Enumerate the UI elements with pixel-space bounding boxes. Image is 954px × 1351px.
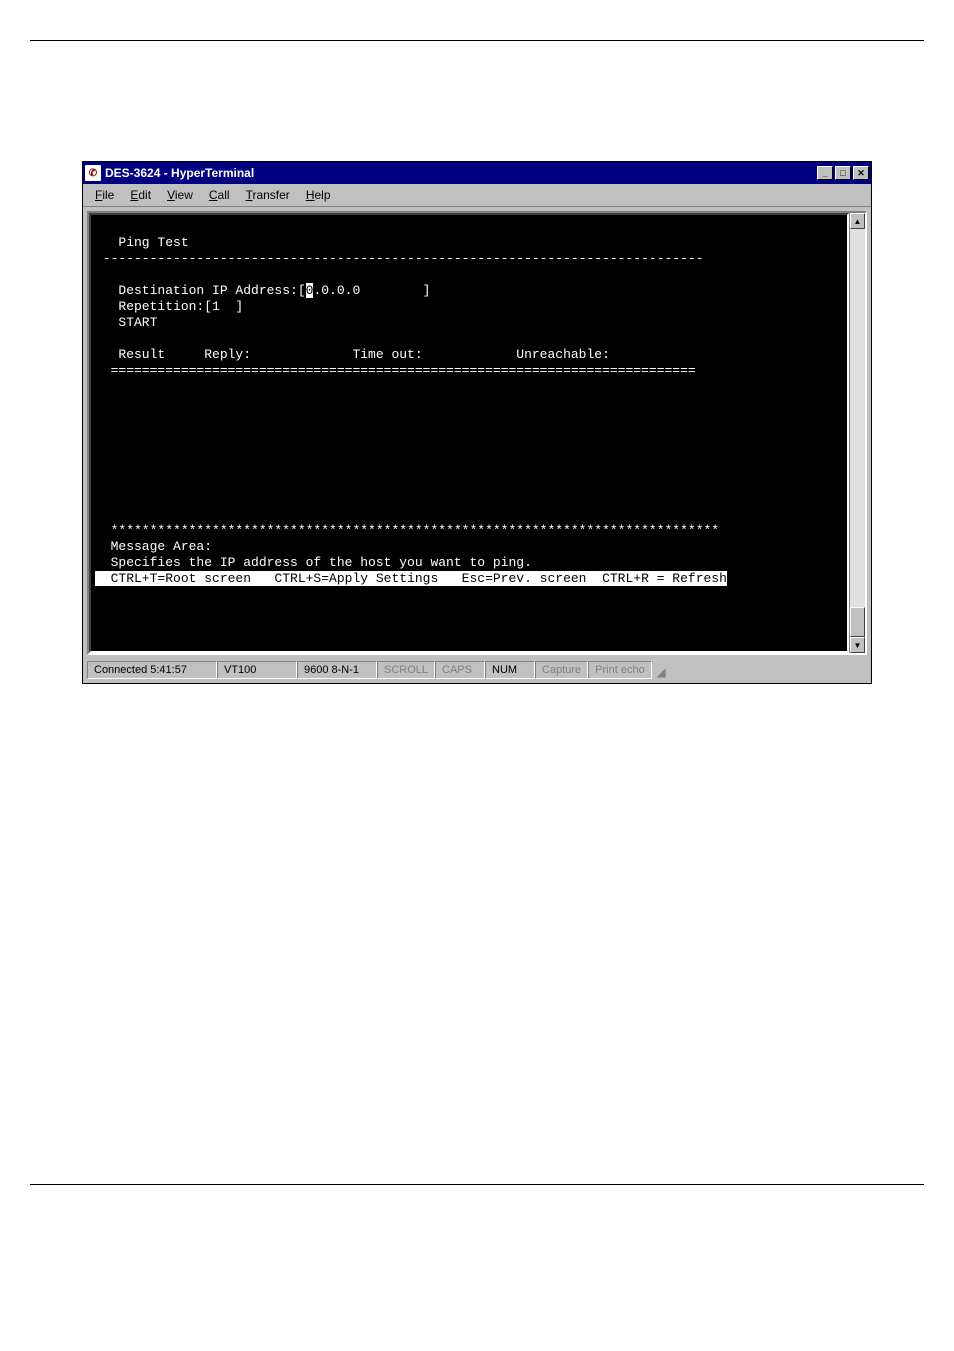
status-emulation: VT100: [217, 661, 297, 679]
term-msg-area-label: Message Area:: [95, 539, 212, 554]
maximize-button[interactable]: □: [835, 166, 851, 180]
status-connected: Connected 5:41:57: [87, 661, 217, 679]
menu-file[interactable]: File: [87, 186, 122, 204]
scroll-up-button[interactable]: ▲: [850, 213, 865, 229]
hyperterminal-window: ✆ DES-3624 - HyperTerminal _ □ ✕ File Ed…: [82, 161, 872, 684]
terminal-area: Ping Test ------------------------------…: [83, 207, 871, 659]
app-icon: ✆: [85, 165, 101, 181]
vertical-scrollbar[interactable]: ▲ ▼: [849, 213, 865, 653]
status-printecho: Print echo: [588, 661, 652, 679]
scroll-thumb[interactable]: [850, 607, 865, 637]
term-hotkeys: CTRL+T=Root screen CTRL+S=Apply Settings…: [95, 571, 727, 586]
page-divider-top: [30, 40, 924, 41]
titlebar: ✆ DES-3624 - HyperTerminal _ □ ✕: [83, 162, 871, 184]
status-settings: 9600 8-N-1: [297, 661, 377, 679]
menu-view[interactable]: View: [159, 186, 201, 204]
status-scroll: SCROLL: [377, 661, 435, 679]
menu-transfer[interactable]: Transfer: [238, 186, 298, 204]
statusbar: Connected 5:41:57 VT100 9600 8-N-1 SCROL…: [83, 659, 871, 683]
resize-grip-icon[interactable]: ◢: [652, 661, 668, 679]
term-line-stars: ****************************************…: [95, 523, 719, 538]
term-line-sep2: ========================================…: [95, 363, 696, 378]
status-num: NUM: [485, 661, 535, 679]
term-line-title: Ping Test: [95, 235, 189, 250]
menu-help[interactable]: Help: [298, 186, 339, 204]
term-dest-ip-label: Destination IP Address:[: [95, 283, 306, 298]
menu-call[interactable]: Call: [201, 186, 238, 204]
status-caps: CAPS: [435, 661, 485, 679]
menubar: File Edit View Call Transfer Help: [83, 184, 871, 207]
scroll-track[interactable]: [850, 229, 865, 637]
page-divider-bottom: [30, 1184, 924, 1185]
term-msg-text: Specifies the IP address of the host you…: [95, 555, 532, 570]
terminal-screen[interactable]: Ping Test ------------------------------…: [89, 213, 849, 653]
term-repetition-field[interactable]: Repetition:[1 ]: [95, 299, 243, 314]
close-button[interactable]: ✕: [853, 166, 869, 180]
minimize-button[interactable]: _: [817, 166, 833, 180]
scroll-down-button[interactable]: ▼: [850, 637, 865, 653]
term-result-header: Result Reply: Time out: Unreachable:: [95, 347, 610, 362]
term-start[interactable]: START: [95, 315, 157, 330]
menu-edit[interactable]: Edit: [122, 186, 159, 204]
status-capture: Capture: [535, 661, 588, 679]
term-dest-ip-field[interactable]: .0.0.0 ]: [313, 283, 430, 298]
term-line-sep: ----------------------------------------…: [95, 251, 704, 266]
window-title: DES-3624 - HyperTerminal: [105, 166, 817, 180]
